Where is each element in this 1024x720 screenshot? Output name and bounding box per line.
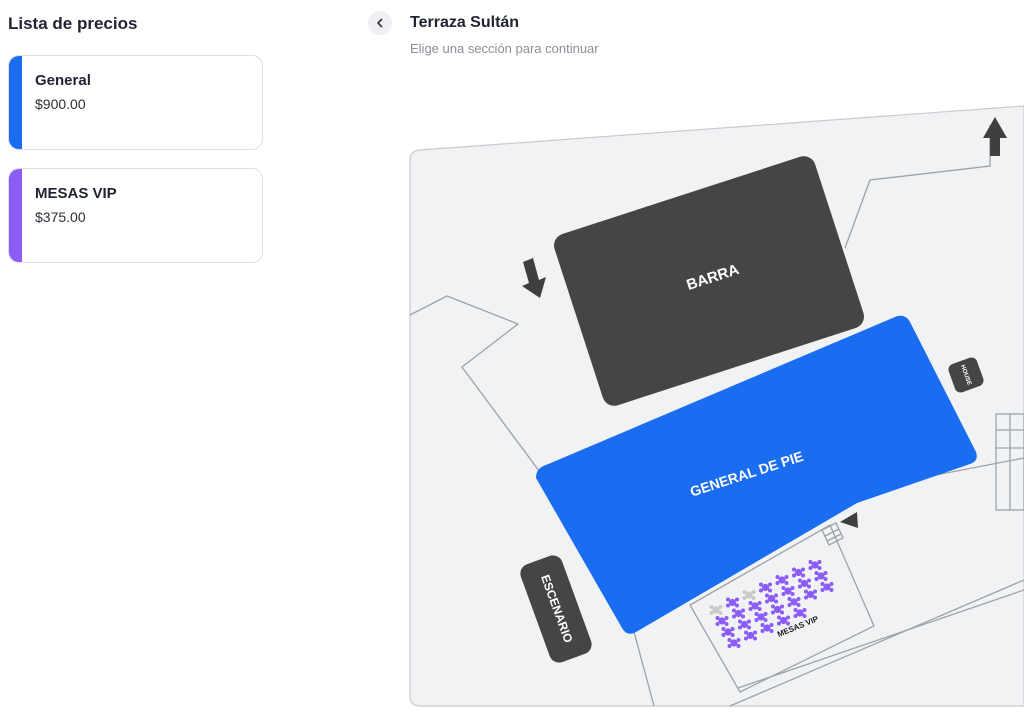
price-card-mesas-vip[interactable]: MESAS VIP $375.00 xyxy=(8,168,263,263)
price-card-name: General xyxy=(35,72,91,89)
price-color-stripe xyxy=(9,56,22,149)
price-color-stripe xyxy=(9,169,22,262)
chevron-left-icon xyxy=(377,18,383,28)
price-card-price: $375.00 xyxy=(35,209,86,225)
venue-title: Terraza Sultán xyxy=(410,14,520,31)
price-card-name: MESAS VIP xyxy=(35,185,117,202)
venue-map: BARRA GENERAL DE PIE ESCENARIO HOUSE MES… xyxy=(409,105,1024,707)
price-card-price: $900.00 xyxy=(35,96,86,112)
back-button[interactable] xyxy=(368,11,392,35)
venue-subtitle: Elige una sección para continuar xyxy=(410,41,599,56)
price-list-title: Lista de precios xyxy=(8,14,138,33)
price-card-general[interactable]: General $900.00 xyxy=(8,55,263,150)
